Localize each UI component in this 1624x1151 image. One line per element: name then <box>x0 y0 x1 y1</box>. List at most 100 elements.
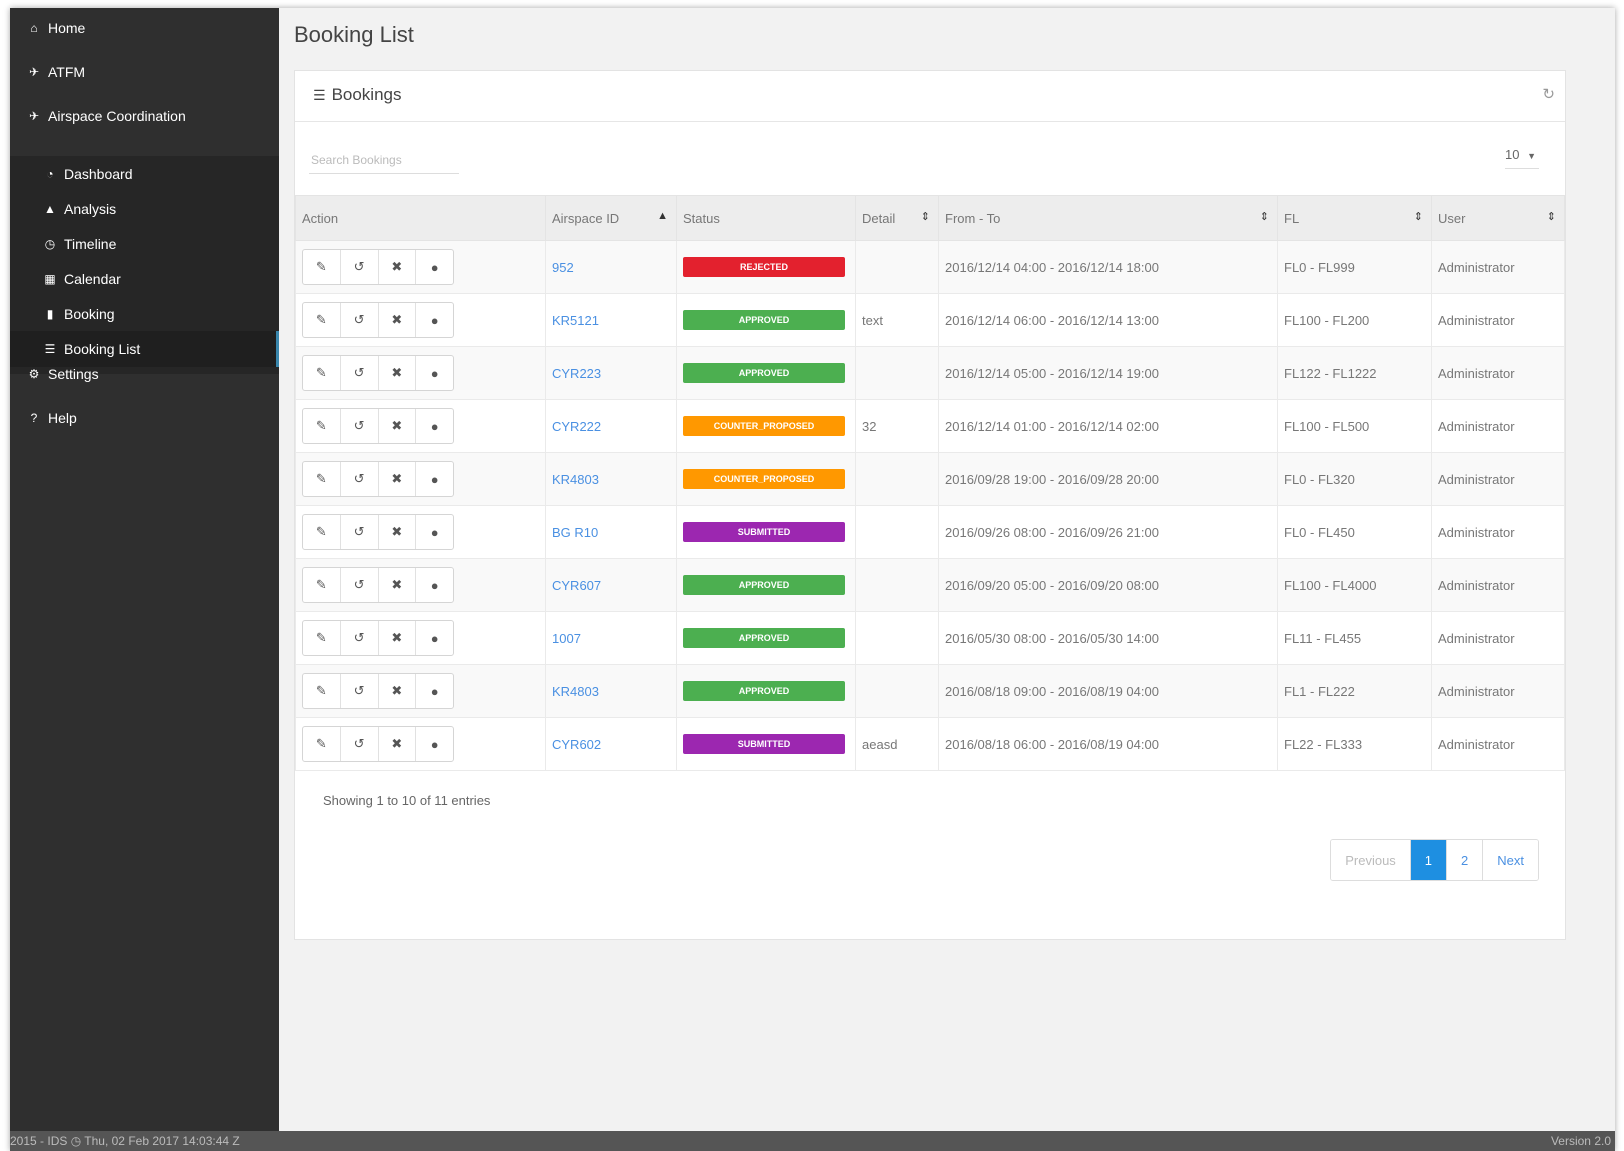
airspace-id-link[interactable]: CYR222 <box>552 419 601 434</box>
status-badge: REJECTED <box>683 257 845 277</box>
user-cell: Administrator <box>1431 346 1565 400</box>
undo-button[interactable]: ↺ <box>341 462 379 496</box>
sub-calendar[interactable]: ▦ Calendar <box>10 261 279 296</box>
delete-button[interactable]: ✖ <box>379 727 417 761</box>
sub-booking-label: Booking <box>64 305 115 322</box>
nav-atfm[interactable]: ✈ ATFM <box>26 64 266 80</box>
detail-cell: 32 <box>855 399 939 453</box>
from-to-cell: 2016/08/18 06:00 - 2016/08/19 04:00 <box>938 717 1278 771</box>
pagination-page-1[interactable]: 1 <box>1410 840 1448 880</box>
pagination-page-2[interactable]: 2 <box>1447 840 1484 880</box>
edit-icon: ✎ <box>315 312 327 327</box>
globe-button[interactable]: ● <box>416 356 453 390</box>
search-input[interactable] <box>309 147 459 174</box>
airspace-id-link[interactable]: KR4803 <box>552 472 599 487</box>
edit-button[interactable]: ✎ <box>303 409 341 443</box>
page-size-select[interactable]: 10 ▼ <box>1505 147 1539 169</box>
edit-icon: ✎ <box>315 630 327 645</box>
sub-analysis[interactable]: ▲ Analysis <box>10 191 279 226</box>
globe-button[interactable]: ● <box>416 621 453 655</box>
pagination-next[interactable]: Next <box>1483 840 1538 880</box>
globe-button[interactable]: ● <box>416 303 453 337</box>
globe-button[interactable]: ● <box>416 409 453 443</box>
col-airspace-id[interactable]: Airspace ID ▲ <box>545 195 677 241</box>
panel-header: ☰ Bookings ↻ <box>295 71 1565 122</box>
pagination-previous[interactable]: Previous <box>1331 840 1411 880</box>
col-status[interactable]: Status <box>676 195 856 241</box>
undo-button[interactable]: ↺ <box>341 568 379 602</box>
sub-booking[interactable]: ▮ Booking <box>10 296 279 331</box>
nav-airspace-coordination[interactable]: ✈ Airspace Coordination <box>26 108 266 124</box>
airspace-icon: ✈ <box>28 109 40 123</box>
delete-button[interactable]: ✖ <box>379 250 417 284</box>
globe-icon: ● <box>430 418 439 434</box>
copyright-text: 2015 - IDS ◷ Thu, 02 Feb 2017 14:03:44 Z <box>10 1134 240 1148</box>
delete-button[interactable]: ✖ <box>379 356 417 390</box>
edit-button[interactable]: ✎ <box>303 515 341 549</box>
airspace-id-link[interactable]: BG R10 <box>552 525 598 540</box>
globe-button[interactable]: ● <box>416 462 453 496</box>
airspace-id-link[interactable]: CYR607 <box>552 578 601 593</box>
undo-button[interactable]: ↺ <box>341 674 379 708</box>
table-row: ✎ ↺ ✖ ● KR4803 COUNTER_PROPOSED 2016/09/28 19:… <box>295 452 1565 506</box>
globe-button[interactable]: ● <box>416 250 453 284</box>
col-detail[interactable]: Detail ⇕ <box>855 195 939 241</box>
undo-button[interactable]: ↺ <box>341 250 379 284</box>
airspace-id-link[interactable]: 952 <box>552 260 574 275</box>
globe-button[interactable]: ● <box>416 674 453 708</box>
delete-button[interactable]: ✖ <box>379 409 417 443</box>
undo-button[interactable]: ↺ <box>341 515 379 549</box>
edit-button[interactable]: ✎ <box>303 356 341 390</box>
refresh-icon[interactable]: ↻ <box>1542 85 1555 103</box>
delete-button[interactable]: ✖ <box>379 303 417 337</box>
edit-button[interactable]: ✎ <box>303 462 341 496</box>
undo-button[interactable]: ↺ <box>341 621 379 655</box>
sub-booking-list[interactable]: ☰ Booking List <box>10 331 279 367</box>
delete-button[interactable]: ✖ <box>379 462 417 496</box>
edit-button[interactable]: ✎ <box>303 674 341 708</box>
undo-button[interactable]: ↺ <box>341 303 379 337</box>
airspace-id-link[interactable]: KR5121 <box>552 313 599 328</box>
col-fl[interactable]: FL ⇕ <box>1277 195 1432 241</box>
sub-dashboard[interactable]: ◔ Dashboard <box>10 156 279 191</box>
delete-button[interactable]: ✖ <box>379 568 417 602</box>
sub-booking-list-label: Booking List <box>64 341 141 357</box>
fl-cell: FL100 - FL200 <box>1277 293 1432 347</box>
edit-button[interactable]: ✎ <box>303 727 341 761</box>
globe-button[interactable]: ● <box>416 727 453 761</box>
sub-timeline[interactable]: ◷ Timeline <box>10 226 279 261</box>
delete-button[interactable]: ✖ <box>379 515 417 549</box>
airspace-id-link[interactable]: KR4803 <box>552 684 599 699</box>
gear-icon: ⚙ <box>28 367 40 381</box>
col-from-to[interactable]: From - To ⇕ <box>938 195 1278 241</box>
undo-button[interactable]: ↺ <box>341 727 379 761</box>
user-cell: Administrator <box>1431 452 1565 506</box>
undo-icon: ↺ <box>353 471 365 486</box>
nav-home[interactable]: ⌂ Home <box>26 20 266 36</box>
globe-button[interactable]: ● <box>416 515 453 549</box>
edit-button[interactable]: ✎ <box>303 250 341 284</box>
undo-button[interactable]: ↺ <box>341 356 379 390</box>
undo-button[interactable]: ↺ <box>341 409 379 443</box>
globe-button[interactable]: ● <box>416 568 453 602</box>
action-cell: ✎ ↺ ✖ ● <box>295 346 546 400</box>
edit-button[interactable]: ✎ <box>303 303 341 337</box>
delete-button[interactable]: ✖ <box>379 621 417 655</box>
nav-help[interactable]: ? Help <box>26 410 266 426</box>
from-to-cell: 2016/12/14 06:00 - 2016/12/14 13:00 <box>938 293 1278 347</box>
airspace-id-link[interactable]: CYR223 <box>552 366 601 381</box>
action-cell: ✎ ↺ ✖ ● <box>295 505 546 559</box>
undo-icon: ↺ <box>353 736 365 751</box>
col-user[interactable]: User ⇕ <box>1431 195 1565 241</box>
fl-cell: FL0 - FL450 <box>1277 505 1432 559</box>
airspace-id-link[interactable]: 1007 <box>552 631 581 646</box>
edit-button[interactable]: ✎ <box>303 621 341 655</box>
panel-title-text: Bookings <box>331 85 402 104</box>
from-to-cell: 2016/12/14 04:00 - 2016/12/14 18:00 <box>938 240 1278 294</box>
action-button-group: ✎ ↺ ✖ ● <box>302 408 454 444</box>
delete-button[interactable]: ✖ <box>379 674 417 708</box>
airspace-id-link[interactable]: CYR602 <box>552 737 601 752</box>
fl-cell: FL100 - FL4000 <box>1277 558 1432 612</box>
nav-settings[interactable]: ⚙ Settings <box>26 366 266 382</box>
edit-button[interactable]: ✎ <box>303 568 341 602</box>
